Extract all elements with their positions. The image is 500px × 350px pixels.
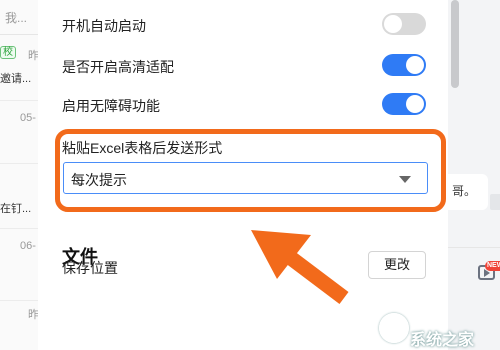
watermark-logo [379,313,409,343]
watermark-text: 系统之家 [410,332,475,349]
arrow-annotation [251,230,349,304]
